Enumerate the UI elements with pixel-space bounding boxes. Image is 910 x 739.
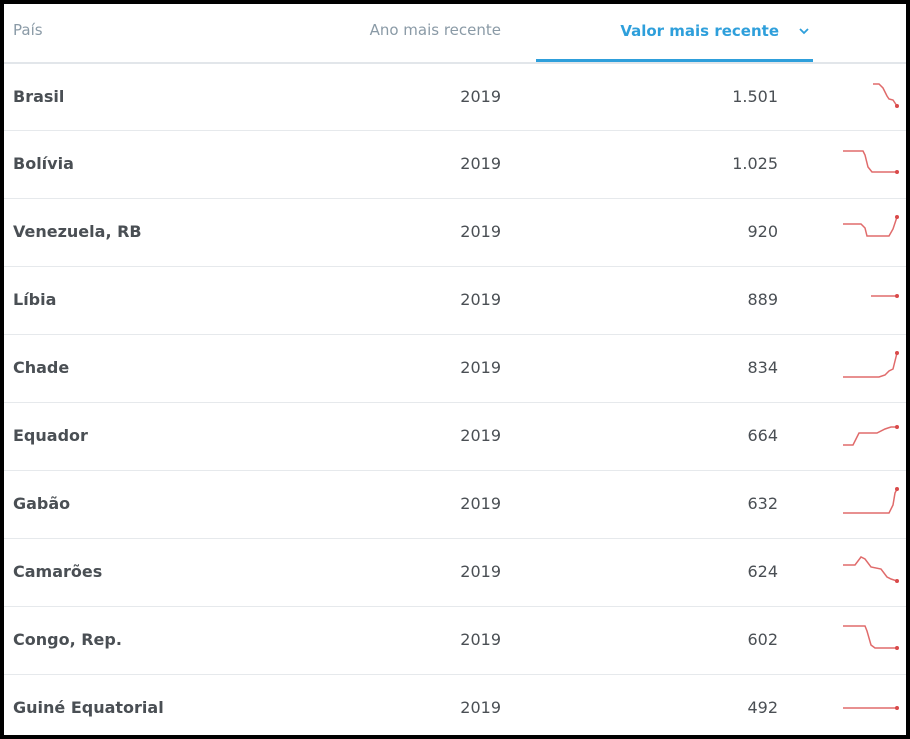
table-row[interactable]: Gabão 2019 632 xyxy=(4,470,906,538)
value-cell: 1.025 xyxy=(732,154,778,173)
year-cell: 2019 xyxy=(460,494,501,513)
country-link[interactable]: Brasil xyxy=(13,87,64,106)
table-row[interactable]: Guiné Equatorial 2019 492 xyxy=(4,674,906,735)
country-link[interactable]: Bolívia xyxy=(13,154,74,173)
value-cell: 632 xyxy=(747,494,778,513)
sparkline xyxy=(843,487,899,514)
country-link[interactable]: Camarões xyxy=(13,562,102,581)
sparkline xyxy=(843,625,899,650)
value-cell: 664 xyxy=(747,426,778,445)
year-cell: 2019 xyxy=(460,358,501,377)
table-row[interactable]: Brasil 2019 1.501 xyxy=(4,62,906,130)
table-row[interactable]: Congo, Rep. 2019 602 xyxy=(4,606,906,674)
year-cell: 2019 xyxy=(460,87,501,106)
country-link[interactable]: Gabão xyxy=(13,494,70,513)
table-row[interactable]: Equador 2019 664 xyxy=(4,402,906,470)
table-row[interactable]: Bolívia 2019 1.025 xyxy=(4,130,906,198)
data-table: País Ano mais recente Valor mais recente… xyxy=(4,4,906,735)
value-cell: 889 xyxy=(747,290,778,309)
value-cell: 920 xyxy=(747,222,778,241)
column-header-value-label: Valor mais recente xyxy=(620,22,779,40)
table-body: Brasil 2019 1.501 Bolívia 2019 1.025 Ven… xyxy=(4,62,906,735)
table-row[interactable]: Chade 2019 834 xyxy=(4,334,906,402)
country-link[interactable]: Chade xyxy=(13,358,69,377)
country-link[interactable]: Líbia xyxy=(13,290,56,309)
table-row[interactable]: Camarões 2019 624 xyxy=(4,538,906,606)
sparkline xyxy=(843,351,899,378)
country-link[interactable]: Guiné Equatorial xyxy=(13,698,164,717)
table-header: País Ano mais recente Valor mais recente xyxy=(4,4,906,64)
sparkline xyxy=(873,83,899,108)
year-cell: 2019 xyxy=(460,154,501,173)
year-cell: 2019 xyxy=(460,630,501,649)
sparkline xyxy=(843,150,899,174)
chevron-down-icon xyxy=(799,28,809,35)
column-header-country[interactable]: País xyxy=(13,21,43,39)
sparkline xyxy=(843,706,899,710)
year-cell: 2019 xyxy=(460,698,501,717)
sparkline xyxy=(843,556,899,583)
country-link[interactable]: Congo, Rep. xyxy=(13,630,122,649)
country-link[interactable]: Venezuela, RB xyxy=(13,222,142,241)
value-cell: 1.501 xyxy=(732,87,778,106)
sparkline xyxy=(871,294,899,298)
value-cell: 492 xyxy=(747,698,778,717)
year-cell: 2019 xyxy=(460,290,501,309)
column-header-year[interactable]: Ano mais recente xyxy=(370,21,501,39)
value-cell: 602 xyxy=(747,630,778,649)
country-link[interactable]: Equador xyxy=(13,426,88,445)
sparkline xyxy=(843,215,899,237)
value-cell: 834 xyxy=(747,358,778,377)
table-row[interactable]: Líbia 2019 889 xyxy=(4,266,906,334)
year-cell: 2019 xyxy=(460,562,501,581)
column-header-value-sorted[interactable]: Valor mais recente xyxy=(536,4,813,62)
table-row[interactable]: Venezuela, RB 2019 920 xyxy=(4,198,906,266)
year-cell: 2019 xyxy=(460,426,501,445)
sparkline xyxy=(843,425,899,446)
year-cell: 2019 xyxy=(460,222,501,241)
value-cell: 624 xyxy=(747,562,778,581)
